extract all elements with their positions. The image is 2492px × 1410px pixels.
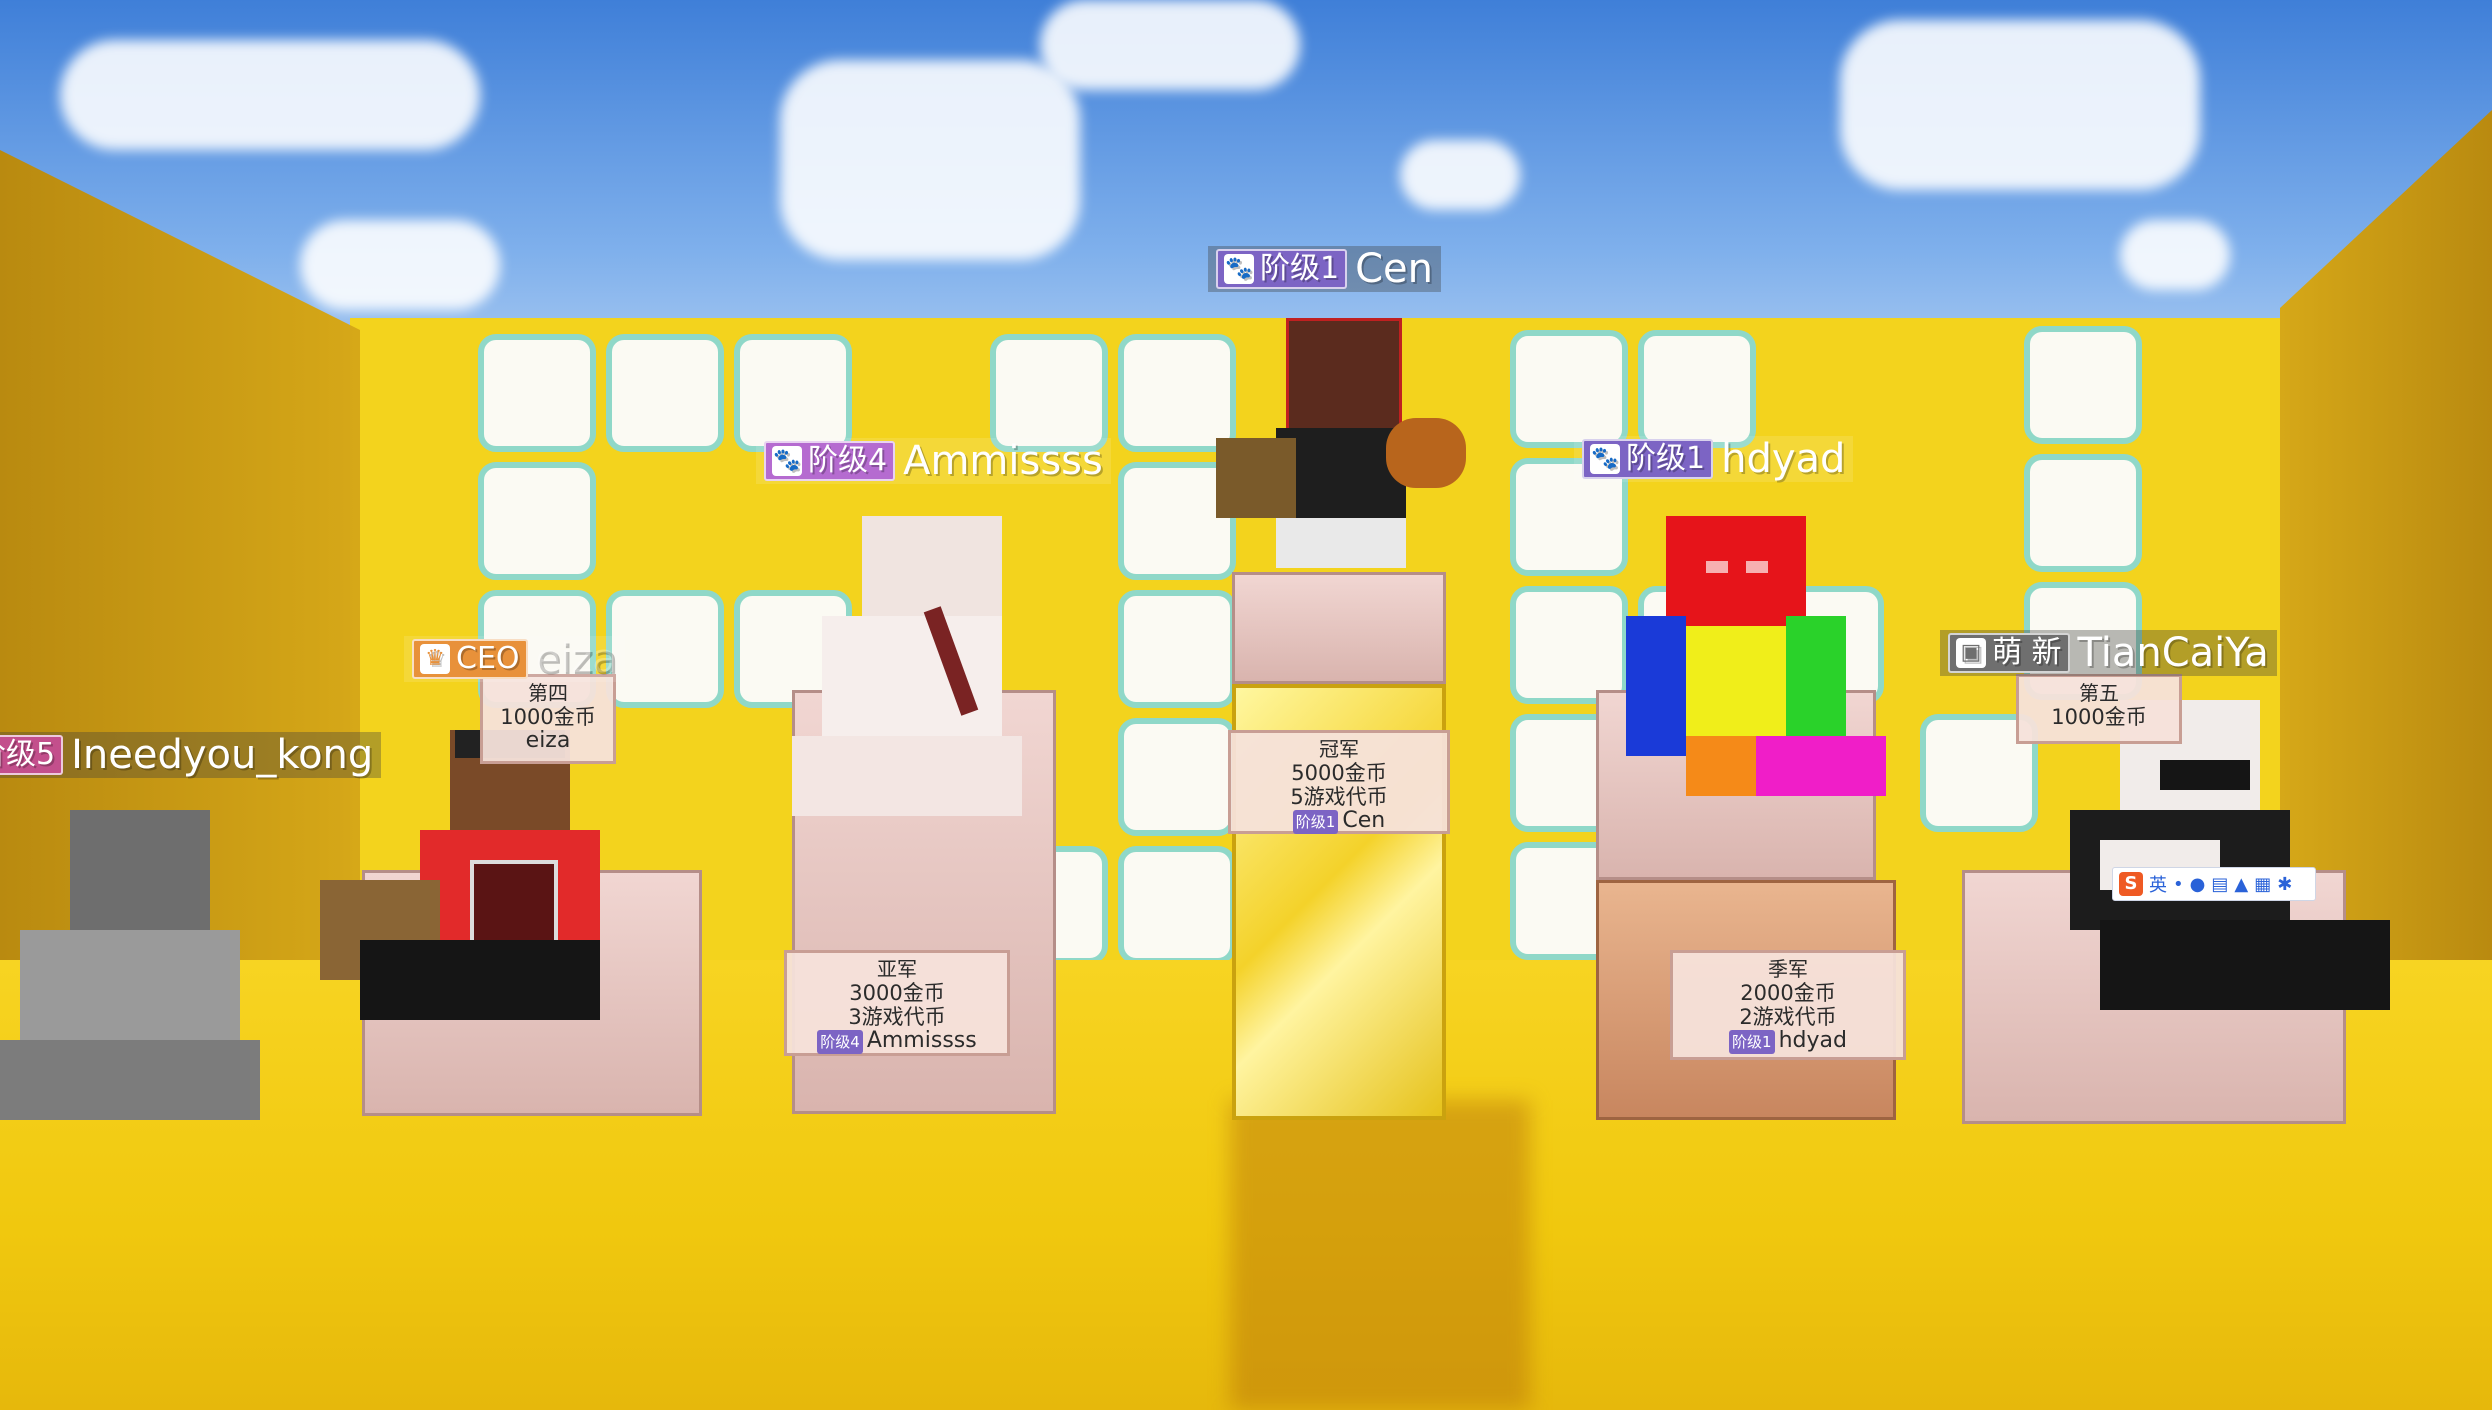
cloud [1040, 0, 1300, 90]
wall-tile [990, 334, 1108, 452]
nametag-cen: 🐾 阶级1 Cen [1208, 246, 1441, 292]
player-model-hdyad[interactable] [1626, 516, 1906, 806]
rank-badge: CEO [456, 641, 520, 676]
game-viewport[interactable]: 冠军 5000金币 5游戏代币 阶级1 Cen 亚军 3000金币 3游戏代币 阶… [0, 0, 2492, 1410]
sogou-logo-icon[interactable]: S [2119, 872, 2143, 896]
wall-tile [2024, 454, 2142, 572]
wall-tile [1118, 846, 1236, 964]
cloud [1840, 20, 2200, 190]
player-shadow [1230, 1100, 1530, 1410]
sign-rank: 第四 [528, 681, 568, 705]
sign-tokens: 2游戏代币 [1739, 1005, 1837, 1029]
wall-tile [478, 334, 596, 452]
sign-rank: 冠军 [1319, 737, 1359, 761]
pedestal-first-top [1232, 572, 1446, 684]
sign-tokens: 5游戏代币 [1290, 785, 1388, 809]
sign-rank: 亚军 [877, 957, 917, 981]
player-name: Cen [1355, 246, 1433, 292]
sign-coins: 1000金币 [2051, 705, 2147, 729]
rank-badge: 阶级4 [808, 443, 888, 478]
sign-tokens: 3游戏代币 [848, 1005, 946, 1029]
sign-second: 亚军 3000金币 3游戏代币 阶级4 Ammissss [784, 950, 1010, 1056]
wall-tile [1118, 590, 1236, 708]
sign-rank: 第五 [2079, 681, 2119, 705]
player-name: hdyad [1721, 436, 1846, 482]
rank-badge: 阶级5 [0, 737, 56, 772]
sheep-icon: ▣ [1956, 638, 1986, 668]
paw-icon: 🐾 [772, 446, 802, 476]
sign-name: Cen [1342, 808, 1386, 833]
sign-badge: 阶级1 [1729, 1030, 1775, 1054]
sign-fifth: 第五 1000金币 [2016, 674, 2182, 744]
player-name: Ineedyou_kong [71, 732, 374, 778]
punctuation-icon[interactable]: • [2173, 874, 2184, 895]
player-name: eiza [535, 636, 617, 682]
rank-badge: 萌 新 [1992, 635, 2062, 670]
nametag-ineedyou-kong: 阶级5 Ineedyou_kong [0, 732, 382, 778]
paw-icon: 🐾 [1590, 444, 1620, 474]
sign-coins: 2000金币 [1740, 981, 1836, 1005]
microphone-icon[interactable]: ● [2190, 874, 2206, 895]
player-name: Ammissss [903, 438, 1103, 484]
player-model-ammissss[interactable] [792, 516, 1052, 816]
lion-icon: ♛ [420, 644, 450, 674]
player-model-cen[interactable] [1216, 318, 1466, 578]
cloud [60, 40, 480, 150]
sign-badge: 阶级1 [1292, 810, 1339, 834]
wall-tile [734, 334, 852, 452]
rank-badge: 阶级1 [1260, 251, 1340, 286]
cloud [300, 220, 500, 310]
sign-third: 季军 2000金币 2游戏代币 阶级1 hdyad [1670, 950, 1906, 1060]
sign-fourth: 第四 1000金币 eiza [480, 674, 616, 764]
wall-tile [1118, 718, 1236, 836]
nametag-eiza: ♛ CEO eiza [404, 636, 625, 682]
rank-badge: 阶级1 [1626, 441, 1706, 476]
keyboard-icon[interactable]: ▤ [2211, 874, 2228, 895]
settings-icon[interactable]: ✱ [2277, 874, 2292, 895]
sign-rank: 季军 [1768, 957, 1808, 981]
wall-tile [1638, 330, 1756, 448]
cloud [2120, 220, 2230, 290]
grid-icon[interactable]: ▦ [2254, 874, 2271, 895]
wall-tile [606, 334, 724, 452]
ime-toolbar[interactable]: S 英 • ● ▤ ▲ ▦ ✱ [2112, 867, 2316, 901]
nametag-tiancaiya: ▣ 萌 新 TianCaiYa [1940, 630, 2277, 676]
nametag-hdyad: 🐾 阶级1 hdyad [1574, 436, 1854, 482]
sign-coins: 5000金币 [1291, 761, 1387, 785]
cloud [1400, 140, 1520, 210]
skin-icon[interactable]: ▲ [2234, 874, 2248, 895]
sign-badge: 阶级4 [817, 1030, 863, 1054]
paw-icon: 🐾 [1224, 254, 1254, 284]
sign-name: eiza [525, 728, 571, 753]
wall-tile [478, 462, 596, 580]
player-model-ineedyou-kong[interactable] [0, 810, 290, 1130]
player-name: TianCaiYa [2077, 630, 2269, 676]
wall-tile [1510, 586, 1628, 704]
cloud [780, 60, 1080, 260]
sign-coins: 3000金币 [849, 981, 945, 1005]
nametag-ammissss: 🐾 阶级4 Ammissss [756, 438, 1111, 484]
sign-coins: 1000金币 [500, 705, 596, 729]
wall-tile [2024, 326, 2142, 444]
ime-mode-toggle[interactable]: 英 [2149, 871, 2167, 897]
wall-tile [1510, 330, 1628, 448]
sign-first: 冠军 5000金币 5游戏代币 阶级1 Cen [1228, 730, 1450, 834]
sign-name: hdyad [1778, 1028, 1847, 1053]
sign-name: Ammissss [866, 1028, 977, 1053]
